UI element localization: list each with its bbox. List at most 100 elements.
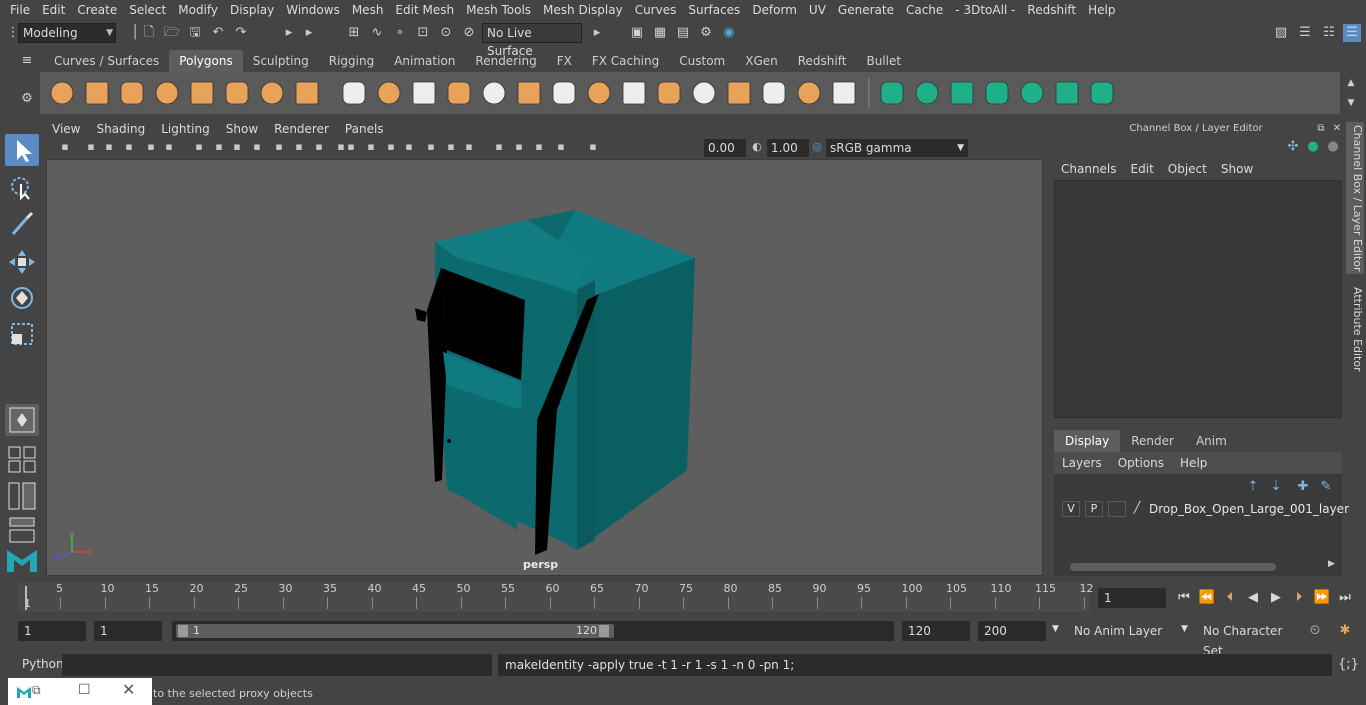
field-chart-icon[interactable]: ▪: [230, 140, 244, 154]
current-frame-field[interactable]: 1: [1098, 588, 1166, 608]
close-icon[interactable]: ✕: [122, 680, 135, 699]
mirror-icon[interactable]: [797, 81, 821, 105]
render-frame-icon[interactable]: ▣: [628, 24, 646, 42]
snap-live-icon[interactable]: ⊘: [460, 24, 478, 42]
play-backward-icon[interactable]: ◀: [1244, 589, 1262, 607]
xray-components-icon[interactable]: ▪: [554, 140, 568, 154]
anim-layer-selector[interactable]: No Anim Layer: [1068, 621, 1178, 641]
snap-grid-icon[interactable]: ⊞: [345, 24, 363, 42]
grid-icon[interactable]: ▪: [144, 140, 158, 154]
move-layer-down-icon[interactable]: ⇣: [1267, 478, 1285, 496]
hypershade-icon[interactable]: ◉: [720, 24, 738, 42]
unfold-icon[interactable]: [1090, 81, 1114, 105]
channel-box-toggle-icon[interactable]: ☰: [1343, 24, 1361, 42]
xray-joints-icon[interactable]: ▪: [532, 140, 546, 154]
tab-animation[interactable]: Animation: [384, 50, 465, 72]
menu-modify[interactable]: Modify: [172, 0, 224, 20]
film-gate-icon[interactable]: ▪: [162, 140, 176, 154]
paint-select-tool[interactable]: [5, 208, 39, 240]
uv-editor-icon[interactable]: [915, 81, 939, 105]
tab-rigging[interactable]: Rigging: [319, 50, 384, 72]
panel-menu-lighting[interactable]: Lighting: [153, 120, 218, 138]
scene-end-field[interactable]: 200: [978, 621, 1046, 641]
shelf-scroll-up-icon[interactable]: ▲: [1342, 74, 1360, 92]
sync-icon[interactable]: ●: [1324, 138, 1342, 156]
current-time-marker[interactable]: [25, 586, 27, 610]
range-start-handle[interactable]: [178, 625, 188, 637]
menu-display[interactable]: Display: [224, 0, 280, 20]
bookmark-icon[interactable]: ▪: [102, 140, 116, 154]
menu-deform[interactable]: Deform: [746, 0, 803, 20]
go-to-end-icon[interactable]: ⏭: [1336, 589, 1354, 607]
move-tool[interactable]: [5, 246, 39, 278]
undo-icon[interactable]: ↶: [209, 24, 227, 42]
menu-mesh[interactable]: Mesh: [346, 0, 390, 20]
prev-key-icon[interactable]: ⏴: [1221, 589, 1239, 607]
lasso-tool[interactable]: [5, 172, 39, 204]
step-back-icon[interactable]: ⏪: [1198, 589, 1216, 607]
anim-prefs-icon[interactable]: ⏲: [1306, 622, 1324, 640]
append-icon[interactable]: [587, 81, 611, 105]
single-view-layout[interactable]: [5, 404, 39, 436]
menu-redshift[interactable]: Redshift: [1021, 0, 1082, 20]
ipr-render-icon[interactable]: ▤: [674, 24, 692, 42]
color-management-icon[interactable]: ◎: [810, 140, 824, 154]
tab-curves-surfaces[interactable]: Curves / Surfaces: [44, 50, 169, 72]
edge-loop-icon[interactable]: [727, 81, 751, 105]
merge-icon[interactable]: [622, 81, 646, 105]
redo-icon[interactable]: ↷: [232, 24, 250, 42]
snap-view-icon[interactable]: ⊡: [414, 24, 432, 42]
snap-surface-icon[interactable]: ⊙: [437, 24, 455, 42]
render-settings-icon[interactable]: ⚙: [697, 24, 715, 42]
range-end-handle[interactable]: [599, 625, 609, 637]
tab-render[interactable]: Render: [1120, 430, 1185, 452]
playback-start-field[interactable]: 1: [94, 621, 162, 641]
layer-display-type[interactable]: [1108, 501, 1126, 517]
tab-rendering[interactable]: Rendering: [465, 50, 546, 72]
maximize-icon[interactable]: ☐: [78, 682, 91, 698]
collapse-icon-3[interactable]: ▸: [588, 24, 606, 42]
cube-icon[interactable]: [85, 81, 109, 105]
step-forward-icon[interactable]: ⏩: [1313, 589, 1331, 607]
cylindrical-uv-icon[interactable]: [985, 81, 1009, 105]
tab-anim[interactable]: Anim: [1185, 430, 1238, 452]
menu-windows[interactable]: Windows: [280, 0, 346, 20]
bridge-icon[interactable]: [517, 81, 541, 105]
play-forward-icon[interactable]: ▶: [1267, 589, 1285, 607]
playback-end-field[interactable]: 120: [902, 621, 970, 641]
rotate-tool[interactable]: [5, 282, 39, 314]
move-layer-up-icon[interactable]: ⇡: [1244, 478, 1262, 496]
workspace-icon[interactable]: ▧: [1272, 24, 1290, 42]
channel-menu-edit[interactable]: Edit: [1124, 160, 1161, 178]
use-lights-icon[interactable]: ▪: [364, 140, 378, 154]
tab-channel-box[interactable]: Channel Box / Layer Editor: [1346, 122, 1364, 274]
camera-select-icon[interactable]: ▪: [58, 140, 72, 154]
menu-help[interactable]: Help: [1082, 0, 1121, 20]
highlight-icon[interactable]: ●: [1304, 138, 1322, 156]
tab-custom[interactable]: Custom: [669, 50, 735, 72]
panel-menu-renderer[interactable]: Renderer: [266, 120, 337, 138]
camera-attr-icon[interactable]: ▪: [84, 140, 98, 154]
cylinder-icon[interactable]: [120, 81, 144, 105]
menu-mesh-tools[interactable]: Mesh Tools: [460, 0, 537, 20]
menu-cache[interactable]: Cache: [900, 0, 949, 20]
depth-of-field-icon[interactable]: ▪: [462, 140, 476, 154]
snap-curve-icon[interactable]: ∿: [368, 24, 386, 42]
menu-edit[interactable]: Edit: [36, 0, 71, 20]
gamma-field[interactable]: 1.00: [767, 139, 809, 157]
layer-menu-options[interactable]: Options: [1110, 452, 1172, 474]
motion-blur-icon[interactable]: ▪: [424, 140, 438, 154]
character-icon[interactable]: ✱: [1336, 622, 1354, 640]
chevron-down-icon[interactable]: ▼: [1052, 624, 1059, 634]
live-surface-field[interactable]: No Live Surface: [482, 23, 582, 58]
panel-menu-view[interactable]: View: [44, 120, 88, 138]
spherical-uv-icon[interactable]: [1020, 81, 1044, 105]
exposure-field[interactable]: 0.00: [704, 139, 746, 157]
side-view-layout[interactable]: [5, 480, 39, 512]
tab-bullet[interactable]: Bullet: [856, 50, 911, 72]
plane-icon[interactable]: [190, 81, 214, 105]
new-layer-selected-icon[interactable]: ✎: [1317, 478, 1335, 496]
resolution-gate-icon[interactable]: ▪: [192, 140, 206, 154]
shelf-settings-icon[interactable]: ⚙: [18, 90, 36, 108]
collapse-icon-2[interactable]: ▸: [300, 24, 318, 42]
